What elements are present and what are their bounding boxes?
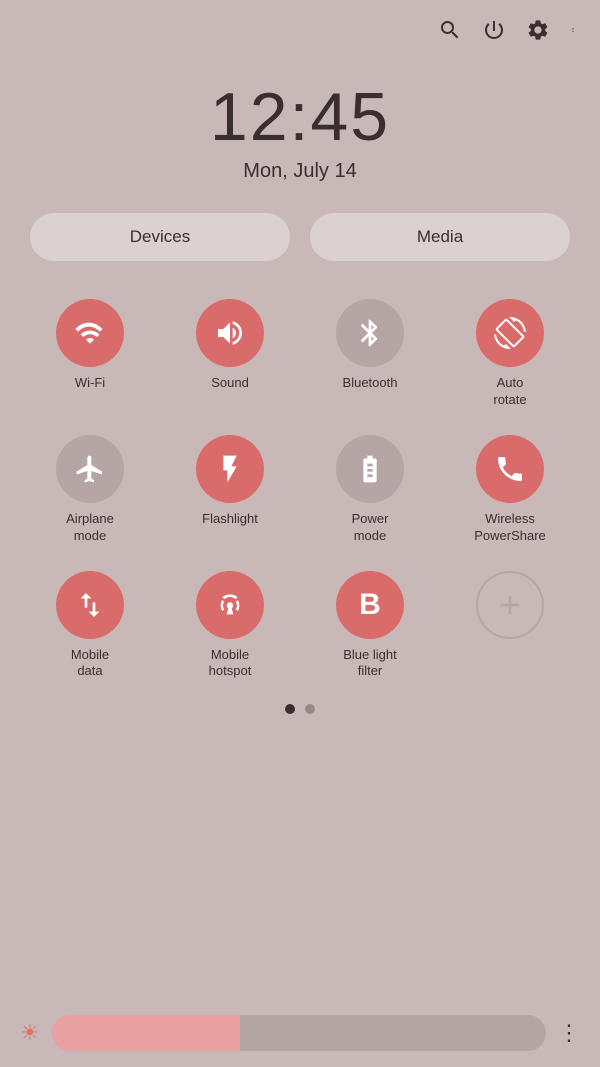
qs-sound[interactable]: Sound xyxy=(160,291,300,417)
brightness-track[interactable] xyxy=(52,1015,546,1051)
qs-bluelightfilter[interactable]: B Blue lightfilter xyxy=(300,563,440,689)
wirelesspowershare-icon-circle xyxy=(476,435,544,503)
brightness-fill xyxy=(52,1015,240,1051)
brightness-sun-icon: ☀ xyxy=(20,1020,40,1046)
flashlight-label: Flashlight xyxy=(202,511,258,528)
qs-add[interactable] xyxy=(440,563,580,689)
bluetooth-icon-circle xyxy=(336,299,404,367)
top-bar xyxy=(0,0,600,58)
qs-autorotate[interactable]: Autorotate xyxy=(440,291,580,417)
sound-label: Sound xyxy=(211,375,249,392)
brightness-bar[interactable]: ☀ ⋮ xyxy=(0,999,600,1067)
bluetooth-label: Bluetooth xyxy=(343,375,398,392)
page-dot-2 xyxy=(305,704,315,714)
tab-buttons: Devices Media xyxy=(30,213,570,261)
power-icon[interactable] xyxy=(482,18,506,48)
more-icon[interactable] xyxy=(570,18,576,48)
powermode-icon-circle xyxy=(336,435,404,503)
qs-flashlight[interactable]: Flashlight xyxy=(160,427,300,553)
wirelesspowershare-label: WirelessPowerShare xyxy=(474,511,546,545)
brightness-empty xyxy=(240,1015,546,1051)
page-dot-1 xyxy=(285,704,295,714)
bluelightfilter-label: Blue lightfilter xyxy=(343,647,396,681)
brightness-more-icon[interactable]: ⋮ xyxy=(558,1020,580,1046)
qs-powermode[interactable]: Powermode xyxy=(300,427,440,553)
quick-settings-grid: Wi-Fi Sound Bluetooth Autorotate Airplan… xyxy=(0,291,600,688)
mobiledata-label: Mobiledata xyxy=(71,647,109,681)
wifi-icon-circle xyxy=(56,299,124,367)
sound-icon-circle xyxy=(196,299,264,367)
clock-section: 12:45 Mon, July 14 xyxy=(0,78,600,183)
clock-time: 12:45 xyxy=(210,78,390,156)
search-icon[interactable] xyxy=(438,18,462,48)
powermode-label: Powermode xyxy=(352,511,389,545)
qs-mobiledata[interactable]: Mobiledata xyxy=(20,563,160,689)
mobilehotspot-label: Mobilehotspot xyxy=(209,647,252,681)
airplane-icon-circle xyxy=(56,435,124,503)
qs-airplane[interactable]: Airplanemode xyxy=(20,427,160,553)
wifi-label: Wi-Fi xyxy=(75,375,105,392)
settings-icon[interactable] xyxy=(526,18,550,48)
mobilehotspot-icon-circle xyxy=(196,571,264,639)
qs-wifi[interactable]: Wi-Fi xyxy=(20,291,160,417)
media-tab[interactable]: Media xyxy=(310,213,570,261)
bluelightfilter-icon-circle: B xyxy=(336,571,404,639)
autorotate-icon-circle xyxy=(476,299,544,367)
mobiledata-icon-circle xyxy=(56,571,124,639)
qs-bluetooth[interactable]: Bluetooth xyxy=(300,291,440,417)
airplane-label: Airplanemode xyxy=(66,511,114,545)
qs-wirelesspowershare[interactable]: WirelessPowerShare xyxy=(440,427,580,553)
add-icon-circle xyxy=(476,571,544,639)
flashlight-icon-circle xyxy=(196,435,264,503)
pagination xyxy=(0,704,600,714)
clock-date: Mon, July 14 xyxy=(243,160,356,183)
devices-tab[interactable]: Devices xyxy=(30,213,290,261)
qs-mobilehotspot[interactable]: Mobilehotspot xyxy=(160,563,300,689)
autorotate-label: Autorotate xyxy=(493,375,526,409)
